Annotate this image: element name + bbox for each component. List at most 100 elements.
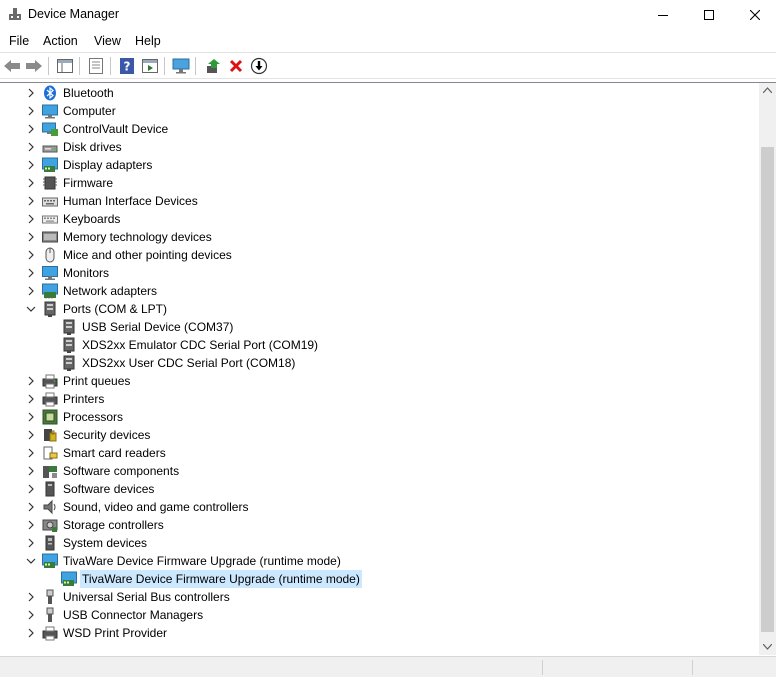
chevron-right-icon[interactable] xyxy=(24,590,38,604)
tree-category[interactable]: Disk drives xyxy=(0,138,760,156)
device-manager-app-icon xyxy=(9,8,21,20)
keyboard-icon xyxy=(42,211,58,227)
help-button[interactable]: ? xyxy=(117,56,137,76)
tree-item-label: Mice and other pointing devices xyxy=(63,248,232,262)
tree-category[interactable]: WSD Print Provider xyxy=(0,624,760,642)
chevron-down-icon[interactable] xyxy=(24,302,38,316)
tree-device[interactable]: USB Serial Device (COM37) xyxy=(0,318,760,336)
tree-device[interactable]: XDS2xx Emulator CDC Serial Port (COM19) xyxy=(0,336,760,354)
chevron-right-icon[interactable] xyxy=(24,410,38,424)
tree-category[interactable]: USB Connector Managers xyxy=(0,606,760,624)
back-button[interactable] xyxy=(2,56,22,76)
menu-file[interactable]: File xyxy=(9,34,29,48)
port-icon xyxy=(42,301,58,317)
tree-device[interactable]: TivaWare Device Firmware Upgrade (runtim… xyxy=(0,570,760,588)
chevron-right-icon[interactable] xyxy=(24,464,38,478)
toolbar-separator xyxy=(110,57,111,75)
software-device-icon xyxy=(42,481,58,497)
tree-category[interactable]: Computer xyxy=(0,102,760,120)
tree-category[interactable]: Human Interface Devices xyxy=(0,192,760,210)
tree-category[interactable]: Ports (COM & LPT) xyxy=(0,300,760,318)
tree-item-label: Display adapters xyxy=(63,158,153,172)
chevron-right-icon[interactable] xyxy=(24,86,38,100)
status-divider xyxy=(692,660,693,675)
tree-category[interactable]: Smart card readers xyxy=(0,444,760,462)
tree-category[interactable]: Display adapters xyxy=(0,156,760,174)
chevron-right-icon[interactable] xyxy=(24,140,38,154)
chevron-right-icon[interactable] xyxy=(24,626,38,640)
tree-device[interactable]: XDS2xx User CDC Serial Port (COM18) xyxy=(0,354,760,372)
forward-button[interactable] xyxy=(24,56,44,76)
usb-icon xyxy=(42,607,58,623)
scroll-down-icon[interactable] xyxy=(763,644,772,650)
chevron-right-icon[interactable] xyxy=(24,482,38,496)
tree-category[interactable]: Print queues xyxy=(0,372,760,390)
help-icon: ? xyxy=(120,58,134,74)
chevron-right-icon[interactable] xyxy=(24,518,38,532)
chevron-down-icon[interactable] xyxy=(24,554,38,568)
chevron-right-icon[interactable] xyxy=(24,230,38,244)
tree-category[interactable]: ControlVault Device xyxy=(0,120,760,138)
tree-category[interactable]: Software devices xyxy=(0,480,760,498)
vertical-scrollbar[interactable] xyxy=(759,83,776,655)
tree-category[interactable]: Sound, video and game controllers xyxy=(0,498,760,516)
minimize-button[interactable] xyxy=(640,0,686,30)
back-icon xyxy=(4,60,20,72)
chevron-right-icon[interactable] xyxy=(24,194,38,208)
chevron-right-icon[interactable] xyxy=(24,266,38,280)
tree-category[interactable]: Universal Serial Bus controllers xyxy=(0,588,760,606)
scroll-up-icon[interactable] xyxy=(763,87,772,93)
menu-help[interactable]: Help xyxy=(135,34,161,48)
chevron-right-icon[interactable] xyxy=(24,446,38,460)
tree-category[interactable]: Security devices xyxy=(0,426,760,444)
tree-category[interactable]: Storage controllers xyxy=(0,516,760,534)
tree-category[interactable]: System devices xyxy=(0,534,760,552)
tree-category[interactable]: Mice and other pointing devices xyxy=(0,246,760,264)
chevron-right-icon[interactable] xyxy=(24,212,38,226)
tree-category[interactable]: Memory technology devices xyxy=(0,228,760,246)
tree-category[interactable]: Software components xyxy=(0,462,760,480)
tree-category[interactable]: Network adapters xyxy=(0,282,760,300)
tree-category[interactable]: Printers xyxy=(0,390,760,408)
chevron-right-icon[interactable] xyxy=(24,176,38,190)
scrollbar-thumb[interactable] xyxy=(761,147,774,632)
menu-view[interactable]: View xyxy=(94,34,121,48)
bluetooth-icon xyxy=(42,85,58,101)
chevron-right-icon[interactable] xyxy=(24,104,38,118)
tree-category[interactable]: Processors xyxy=(0,408,760,426)
toolbar: ? xyxy=(0,52,776,79)
close-button[interactable] xyxy=(732,0,776,30)
chevron-right-icon[interactable] xyxy=(24,608,38,622)
chevron-right-icon[interactable] xyxy=(24,284,38,298)
disable-device-button[interactable] xyxy=(249,56,269,76)
maximize-button[interactable] xyxy=(686,0,732,30)
chevron-right-icon[interactable] xyxy=(24,374,38,388)
properties-button[interactable] xyxy=(86,56,106,76)
printer-icon xyxy=(42,625,58,641)
tree-category[interactable]: TivaWare Device Firmware Upgrade (runtim… xyxy=(0,552,760,570)
uninstall-button[interactable] xyxy=(226,56,246,76)
system-device-icon xyxy=(42,535,58,551)
tree-category[interactable]: Firmware xyxy=(0,174,760,192)
network-adapter-icon xyxy=(42,283,58,299)
firmware-icon xyxy=(42,175,58,191)
chevron-right-icon[interactable] xyxy=(24,536,38,550)
chevron-right-icon[interactable] xyxy=(24,158,38,172)
tree-category[interactable]: Bluetooth xyxy=(0,84,760,102)
scan-hardware-button[interactable] xyxy=(171,56,191,76)
tree-item-label: WSD Print Provider xyxy=(63,626,168,640)
chevron-right-icon[interactable] xyxy=(24,500,38,514)
chevron-right-icon[interactable] xyxy=(24,122,38,136)
update-driver-button[interactable] xyxy=(203,56,223,76)
menu-action[interactable]: Action xyxy=(43,34,78,48)
chevron-right-icon[interactable] xyxy=(24,428,38,442)
scan-hardware-icon xyxy=(172,58,190,74)
show-hide-tree-button[interactable] xyxy=(55,56,75,76)
chevron-right-icon[interactable] xyxy=(24,392,38,406)
tree-category[interactable]: Keyboards xyxy=(0,210,760,228)
chevron-right-icon[interactable] xyxy=(24,248,38,262)
run-button[interactable] xyxy=(140,56,160,76)
tree-category[interactable]: Monitors xyxy=(0,264,760,282)
toolbar-separator xyxy=(195,57,196,75)
port-icon xyxy=(61,355,77,371)
